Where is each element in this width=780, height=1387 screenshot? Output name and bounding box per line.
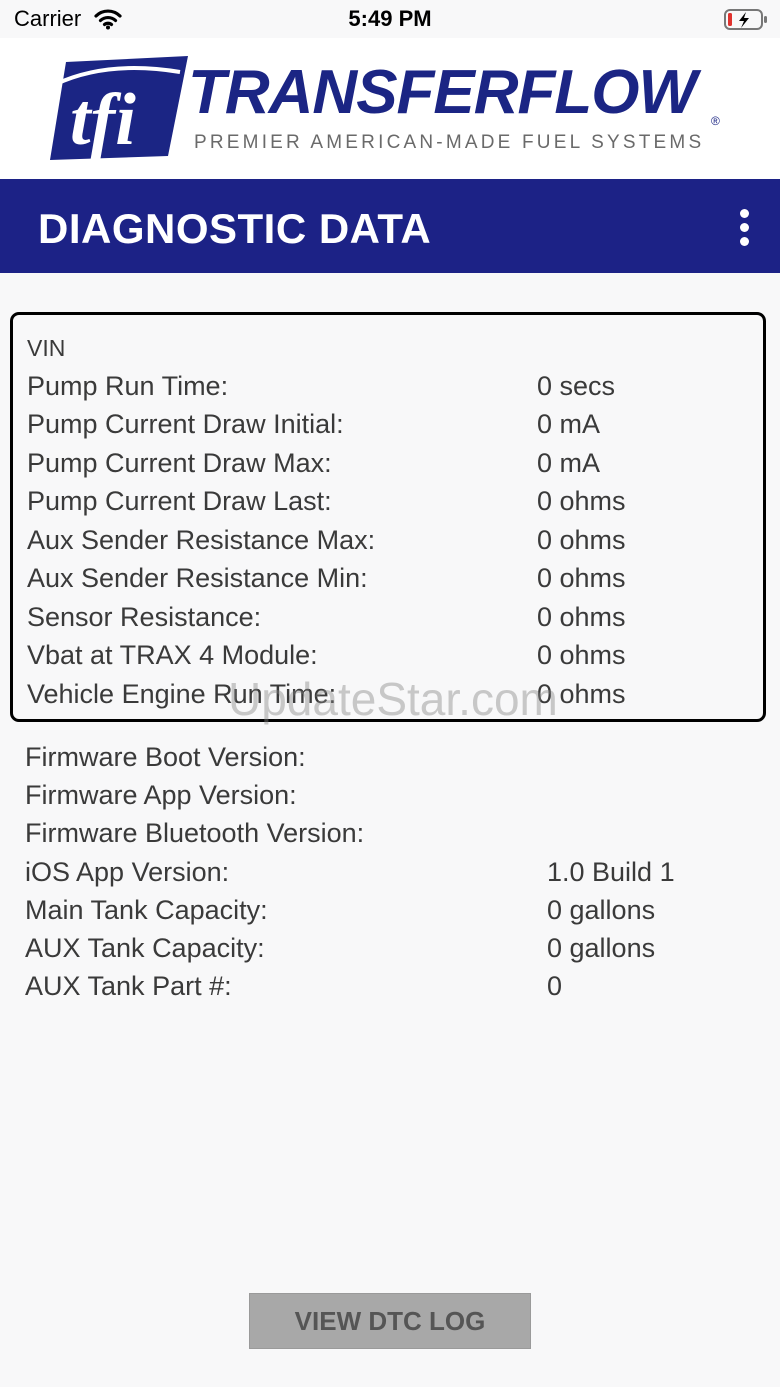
pump-run-time-label: Pump Run Time: (27, 371, 229, 401)
title-bar: DIAGNOSTIC DATA (0, 179, 780, 273)
vin-label: VIN (27, 335, 66, 361)
aux-tank-part-label: AUX Tank Part #: (25, 971, 232, 1001)
ios-app-version-label: iOS App Version: (25, 857, 230, 887)
status-time: 5:49 PM (348, 6, 432, 31)
tfi-logo-text: tfi (70, 79, 136, 161)
pump-current-last-value: 0 ohms (537, 486, 626, 516)
aux-sender-max-value: 0 ohms (537, 525, 626, 555)
pump-run-time-value: 0 secs (537, 371, 616, 401)
view-dtc-log-button[interactable]: VIEW DTC LOG (249, 1293, 531, 1349)
sensor-resistance-label: Sensor Resistance: (27, 602, 262, 632)
battery-charging-icon (724, 9, 768, 36)
brand-tagline: PREMIER AMERICAN-MADE FUEL SYSTEMS (194, 132, 705, 153)
main-tank-capacity-value: 0 gallons (547, 895, 656, 925)
aux-sender-max-label: Aux Sender Resistance Max: (27, 525, 376, 555)
status-bar: Carrier 5:49 PM (0, 0, 780, 38)
aux-sender-min-value: 0 ohms (537, 563, 626, 593)
watermark: UpdateStar.com (228, 673, 558, 725)
brand-header: tfi TRANSFERFLOW ® PREMIER AMERICAN-MADE… (0, 38, 780, 179)
firmware-app-label: Firmware App Version: (25, 780, 297, 810)
main-tank-capacity-label: Main Tank Capacity: (25, 895, 268, 925)
firmware-bluetooth-label: Firmware Bluetooth Version: (25, 818, 365, 848)
vbat-label: Vbat at TRAX 4 Module: (27, 640, 318, 670)
registered-mark: ® (711, 114, 720, 128)
brand-name: TRANSFERFLOW (188, 58, 697, 127)
pump-current-initial-label: Pump Current Draw Initial: (27, 409, 344, 439)
sensor-resistance-value: 0 ohms (537, 602, 626, 632)
firmware-boot-label: Firmware Boot Version: (25, 742, 306, 772)
vbat-value: 0 ohms (537, 640, 626, 670)
pump-current-max-value: 0 mA (537, 448, 601, 478)
pump-current-initial-value: 0 mA (537, 409, 601, 439)
aux-sender-min-label: Aux Sender Resistance Min: (27, 563, 368, 593)
pump-current-max-label: Pump Current Draw Max: (27, 448, 332, 478)
page-title: DIAGNOSTIC DATA (38, 205, 432, 252)
aux-tank-capacity-value: 0 gallons (547, 933, 656, 963)
more-vertical-icon[interactable] (730, 209, 758, 247)
aux-tank-part-value: 0 (547, 971, 563, 1001)
aux-tank-capacity-label: AUX Tank Capacity: (25, 933, 265, 963)
tfi-logo: tfi (48, 54, 188, 167)
pump-current-last-label: Pump Current Draw Last: (27, 486, 332, 516)
diagnostic-data-panel: VIN Pump Run Time: 0 secs Pump Current D… (10, 312, 766, 722)
ios-app-version-value: 1.0 Build 1 (547, 857, 675, 887)
